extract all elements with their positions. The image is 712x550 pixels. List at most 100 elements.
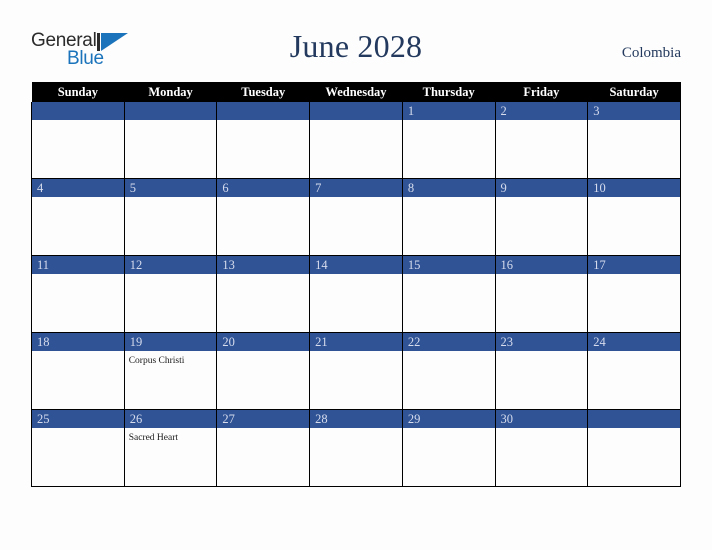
weekday-header-monday: Monday <box>124 82 217 102</box>
day-events <box>310 197 402 251</box>
day-number: 30 <box>495 410 588 428</box>
day-number: 27 <box>217 410 310 428</box>
day-events <box>496 428 588 482</box>
day-number: 15 <box>402 256 495 274</box>
day-events <box>403 274 495 328</box>
day-number: 11 <box>32 256 124 274</box>
day-events <box>310 120 402 174</box>
day-events <box>403 351 495 405</box>
calendar-empty-cell[interactable] <box>123 102 218 179</box>
calendar-day-cell[interactable]: 13 <box>216 255 311 333</box>
day-number: 9 <box>495 179 588 197</box>
page-title: June 2028 <box>289 28 423 64</box>
calendar-day-cell[interactable]: 21 <box>309 332 403 410</box>
calendar-day-cell[interactable]: 24 <box>587 332 681 410</box>
calendar-day-cell[interactable]: 5 <box>123 178 218 256</box>
calendar-week-row: 18 19 Corpus Christi 20 21 22 23 24 <box>31 332 681 410</box>
day-events <box>125 197 217 251</box>
calendar-day-cell[interactable]: 26 Sacred Heart <box>123 409 218 487</box>
weekday-header-sunday: Sunday <box>31 82 125 102</box>
calendar-day-cell[interactable]: 20 <box>216 332 311 410</box>
day-number: 23 <box>495 333 588 351</box>
day-number <box>217 102 310 120</box>
day-events <box>32 197 124 251</box>
day-events <box>125 120 217 174</box>
day-events <box>125 274 217 328</box>
calendar-day-cell[interactable]: 25 <box>31 409 125 487</box>
day-number: 26 <box>124 410 217 428</box>
calendar-week-row: 4 5 6 7 8 9 10 <box>31 178 681 256</box>
day-number: 12 <box>124 256 217 274</box>
day-events <box>217 197 309 251</box>
day-number: 20 <box>217 333 310 351</box>
day-events <box>310 351 402 405</box>
day-number: 4 <box>32 179 124 197</box>
day-events <box>496 120 588 174</box>
calendar-empty-cell[interactable] <box>587 409 681 487</box>
calendar-day-cell[interactable]: 3 <box>587 102 681 179</box>
day-number: 25 <box>32 410 124 428</box>
day-events <box>403 120 495 174</box>
day-number <box>588 410 680 428</box>
calendar-day-cell[interactable]: 17 <box>587 255 681 333</box>
day-number: 1 <box>402 102 495 120</box>
calendar-day-cell[interactable]: 2 <box>494 102 589 179</box>
day-number: 24 <box>588 333 680 351</box>
calendar-day-cell[interactable]: 30 <box>494 409 589 487</box>
holiday-event-label: Sacred Heart <box>128 433 179 443</box>
calendar-day-cell[interactable]: 7 <box>309 178 403 256</box>
calendar-day-cell[interactable]: 29 <box>401 409 496 487</box>
calendar-day-cell[interactable]: 15 <box>401 255 496 333</box>
calendar-body: 1 2 3 4 5 6 7 8 9 10 11 12 13 14 15 16 17 18 19 Corpus Chri… <box>31 102 681 487</box>
day-events <box>217 120 309 174</box>
day-events <box>496 197 588 251</box>
calendar-day-cell[interactable]: 18 <box>31 332 125 410</box>
calendar-day-cell[interactable]: 1 <box>401 102 496 179</box>
calendar-day-cell[interactable]: 4 <box>31 178 125 256</box>
day-events <box>217 351 309 405</box>
day-events <box>32 274 124 328</box>
calendar-day-cell[interactable]: 11 <box>31 255 125 333</box>
day-number: 10 <box>588 179 680 197</box>
calendar-day-cell[interactable]: 12 <box>123 255 218 333</box>
calendar-day-cell[interactable]: 23 <box>494 332 589 410</box>
calendar-empty-cell[interactable] <box>216 102 311 179</box>
day-number: 22 <box>402 333 495 351</box>
calendar-day-cell[interactable]: 22 <box>401 332 496 410</box>
calendar-day-cell[interactable]: 9 <box>494 178 589 256</box>
country-label: Colombia <box>621 45 681 61</box>
calendar-empty-cell[interactable] <box>309 102 403 179</box>
day-number: 6 <box>217 179 310 197</box>
calendar-day-cell[interactable]: 28 <box>309 409 403 487</box>
day-events <box>496 351 588 405</box>
day-number: 21 <box>310 333 402 351</box>
calendar-day-cell[interactable]: 8 <box>401 178 496 256</box>
calendar-week-row: 123 <box>31 102 681 179</box>
calendar-day-cell[interactable]: 6 <box>216 178 311 256</box>
day-events <box>588 428 680 482</box>
day-number: 7 <box>310 179 402 197</box>
day-number: 29 <box>402 410 495 428</box>
day-number: 2 <box>495 102 588 120</box>
calendar-grid: Sunday Monday Tuesday Wednesday Thursday Frid… <box>31 82 681 487</box>
day-events <box>32 351 124 405</box>
page-header: General Blue June 2028 Colombia <box>0 0 712 69</box>
day-number: 3 <box>588 102 680 120</box>
calendar-day-cell[interactable]: 14 <box>309 255 403 333</box>
day-number <box>310 102 402 120</box>
holiday-event-label: Corpus Christi <box>128 356 185 366</box>
calendar-header-row: Sunday Monday Tuesday Wednesday Thursday Frid… <box>31 82 681 102</box>
day-number: 8 <box>402 179 495 197</box>
calendar-day-cell[interactable]: 10 <box>587 178 681 256</box>
day-events: Sacred Heart <box>125 428 217 482</box>
day-number: 18 <box>32 333 124 351</box>
day-number: 13 <box>217 256 310 274</box>
calendar-day-cell[interactable]: 19 Corpus Christi <box>123 332 218 410</box>
calendar-day-cell[interactable]: 16 <box>494 255 589 333</box>
calendar-empty-cell[interactable] <box>31 102 125 179</box>
calendar-day-cell[interactable]: 27 <box>216 409 311 487</box>
day-events <box>217 428 309 482</box>
weekday-header-thursday: Thursday <box>402 82 496 102</box>
day-events <box>588 274 680 328</box>
day-number: 5 <box>124 179 217 197</box>
